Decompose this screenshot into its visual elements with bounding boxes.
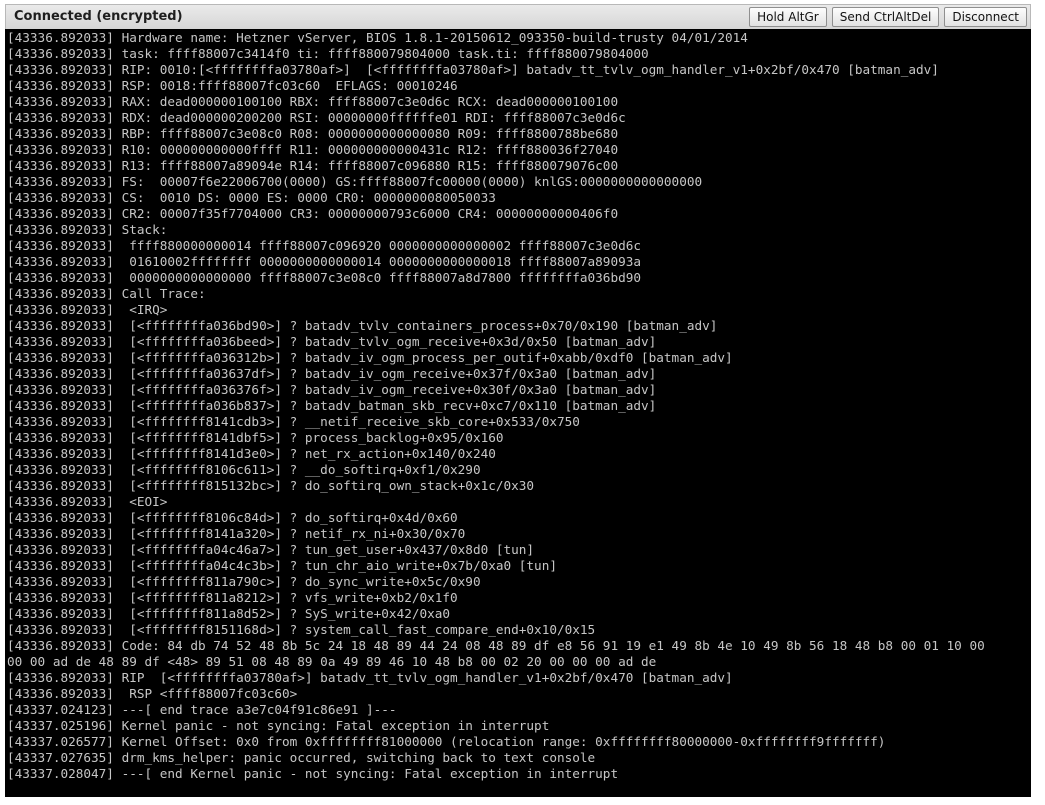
terminal-console[interactable]: [43336.892033] Hardware name: Hetzner vS… bbox=[5, 29, 1031, 797]
console-line: [43336.892033] RSP: 0018:ffff88007fc03c6… bbox=[7, 78, 458, 93]
console-line: [43336.892033] task: ffff88007c3414f0 ti… bbox=[7, 46, 649, 61]
console-line: [43336.892033] RIP [<ffffffffa03780af>] … bbox=[7, 670, 733, 685]
console-line: [43336.892033] Stack: bbox=[7, 222, 168, 237]
console-line: [43336.892033] ffff880000000014 ffff8800… bbox=[7, 238, 641, 253]
disconnect-button[interactable]: Disconnect bbox=[944, 7, 1027, 27]
hold-altgr-button[interactable]: Hold AltGr bbox=[749, 7, 827, 27]
console-line: [43336.892033] [<ffffffffa04c4c3b>] ? tu… bbox=[7, 558, 557, 573]
console-line: [43336.892033] [<ffffffff8141cdb3>] ? __… bbox=[7, 414, 580, 429]
console-line: [43336.892033] <EOI> bbox=[7, 494, 168, 509]
console-line: [43336.892033] Hardware name: Hetzner vS… bbox=[7, 30, 748, 45]
console-line: [43336.892033] [<ffffffff8106c611>] ? __… bbox=[7, 462, 481, 477]
console-line: [43336.892033] [<ffffffffa04c46a7>] ? tu… bbox=[7, 542, 535, 557]
console-line: [43336.892033] [<ffffffffa036312b>] ? ba… bbox=[7, 350, 733, 365]
console-line: [43336.892033] RAX: dead000000100100 RBX… bbox=[7, 94, 619, 109]
console-line: [43336.892033] [<ffffffff8141dbf5>] ? pr… bbox=[7, 430, 504, 445]
console-line: [43336.892033] [<ffffffff8106c84d>] ? do… bbox=[7, 510, 458, 525]
console-line: [43336.892033] 0000000000000000 ffff8800… bbox=[7, 270, 641, 285]
status-bar: Connected (encrypted) Hold AltGr Send Ct… bbox=[5, 4, 1031, 29]
console-line: [43336.892033] [<ffffffff8141d3e0>] ? ne… bbox=[7, 446, 496, 461]
console-line: [43336.892033] [<ffffffffa036376f>] ? ba… bbox=[7, 382, 657, 397]
console-line: [43336.892033] RBP: ffff88007c3e08c0 R08… bbox=[7, 126, 619, 141]
console-line: [43337.025196] Kernel panic - not syncin… bbox=[7, 718, 550, 733]
console-line: [43336.892033] [<ffffffffa036beed>] ? ba… bbox=[7, 334, 657, 349]
console-line: [43336.892033] [<ffffffffa036bd90>] ? ba… bbox=[7, 318, 718, 333]
console-line: [43336.892033] Call Trace: bbox=[7, 286, 206, 301]
console-line: [43336.892033] [<ffffffff815132bc>] ? do… bbox=[7, 478, 535, 493]
console-line: [43336.892033] RDX: dead000000200200 RSI… bbox=[7, 110, 626, 125]
connection-status: Connected (encrypted) bbox=[14, 9, 183, 24]
toolbar-buttons: Hold AltGr Send CtrlAltDel Disconnect bbox=[749, 7, 1027, 27]
console-line: [43336.892033] 01610002ffffffff 00000000… bbox=[7, 254, 641, 269]
console-line: [43336.892033] R13: ffff88007a89094e R14… bbox=[7, 158, 619, 173]
console-line: [43336.892033] RSP <ffff88007fc03c60> bbox=[7, 686, 298, 701]
console-line: [43336.892033] R10: 000000000000ffff R11… bbox=[7, 142, 619, 157]
console-line: [43336.892033] CR2: 00007f35f7704000 CR3… bbox=[7, 206, 619, 221]
console-line: [43337.028047] ---[ end Kernel panic - n… bbox=[7, 766, 619, 781]
console-line: [43336.892033] Code: 84 db 74 52 48 8b 5… bbox=[7, 638, 985, 653]
console-line: [43336.892033] CS: 0010 DS: 0000 ES: 000… bbox=[7, 190, 496, 205]
console-line: [43336.892033] [<ffffffff8151168d>] ? sy… bbox=[7, 622, 596, 637]
console-line: [43336.892033] [<ffffffffa036b837>] ? ba… bbox=[7, 398, 657, 413]
console-line: [43337.024123] ---[ end trace a3e7c04f91… bbox=[7, 702, 397, 717]
console-line: [43336.892033] [<ffffffff811a8212>] ? vf… bbox=[7, 590, 458, 605]
console-line: [43336.892033] [<ffffffff8141a320>] ? ne… bbox=[7, 526, 466, 541]
send-ctrl-alt-del-button[interactable]: Send CtrlAltDel bbox=[831, 7, 940, 27]
console-line: [43337.027635] drm_kms_helper: panic occ… bbox=[7, 750, 596, 765]
console-line: [43337.026577] Kernel Offset: 0x0 from 0… bbox=[7, 734, 886, 749]
console-line: [43336.892033] [<ffffffff811a790c>] ? do… bbox=[7, 574, 481, 589]
console-line: [43336.892033] RIP: 0010:[<ffffffffa0378… bbox=[7, 62, 939, 77]
console-line: [43336.892033] <IRQ> bbox=[7, 302, 168, 317]
console-line: [43336.892033] FS: 00007f6e22006700(0000… bbox=[7, 174, 703, 189]
console-line: [43336.892033] [<ffffffff811a8d52>] ? Sy… bbox=[7, 606, 451, 621]
console-line: [43336.892033] [<ffffffffa03637df>] ? ba… bbox=[7, 366, 657, 381]
console-line: 00 00 ad de 48 89 df <48> 89 51 08 48 89… bbox=[7, 654, 657, 669]
